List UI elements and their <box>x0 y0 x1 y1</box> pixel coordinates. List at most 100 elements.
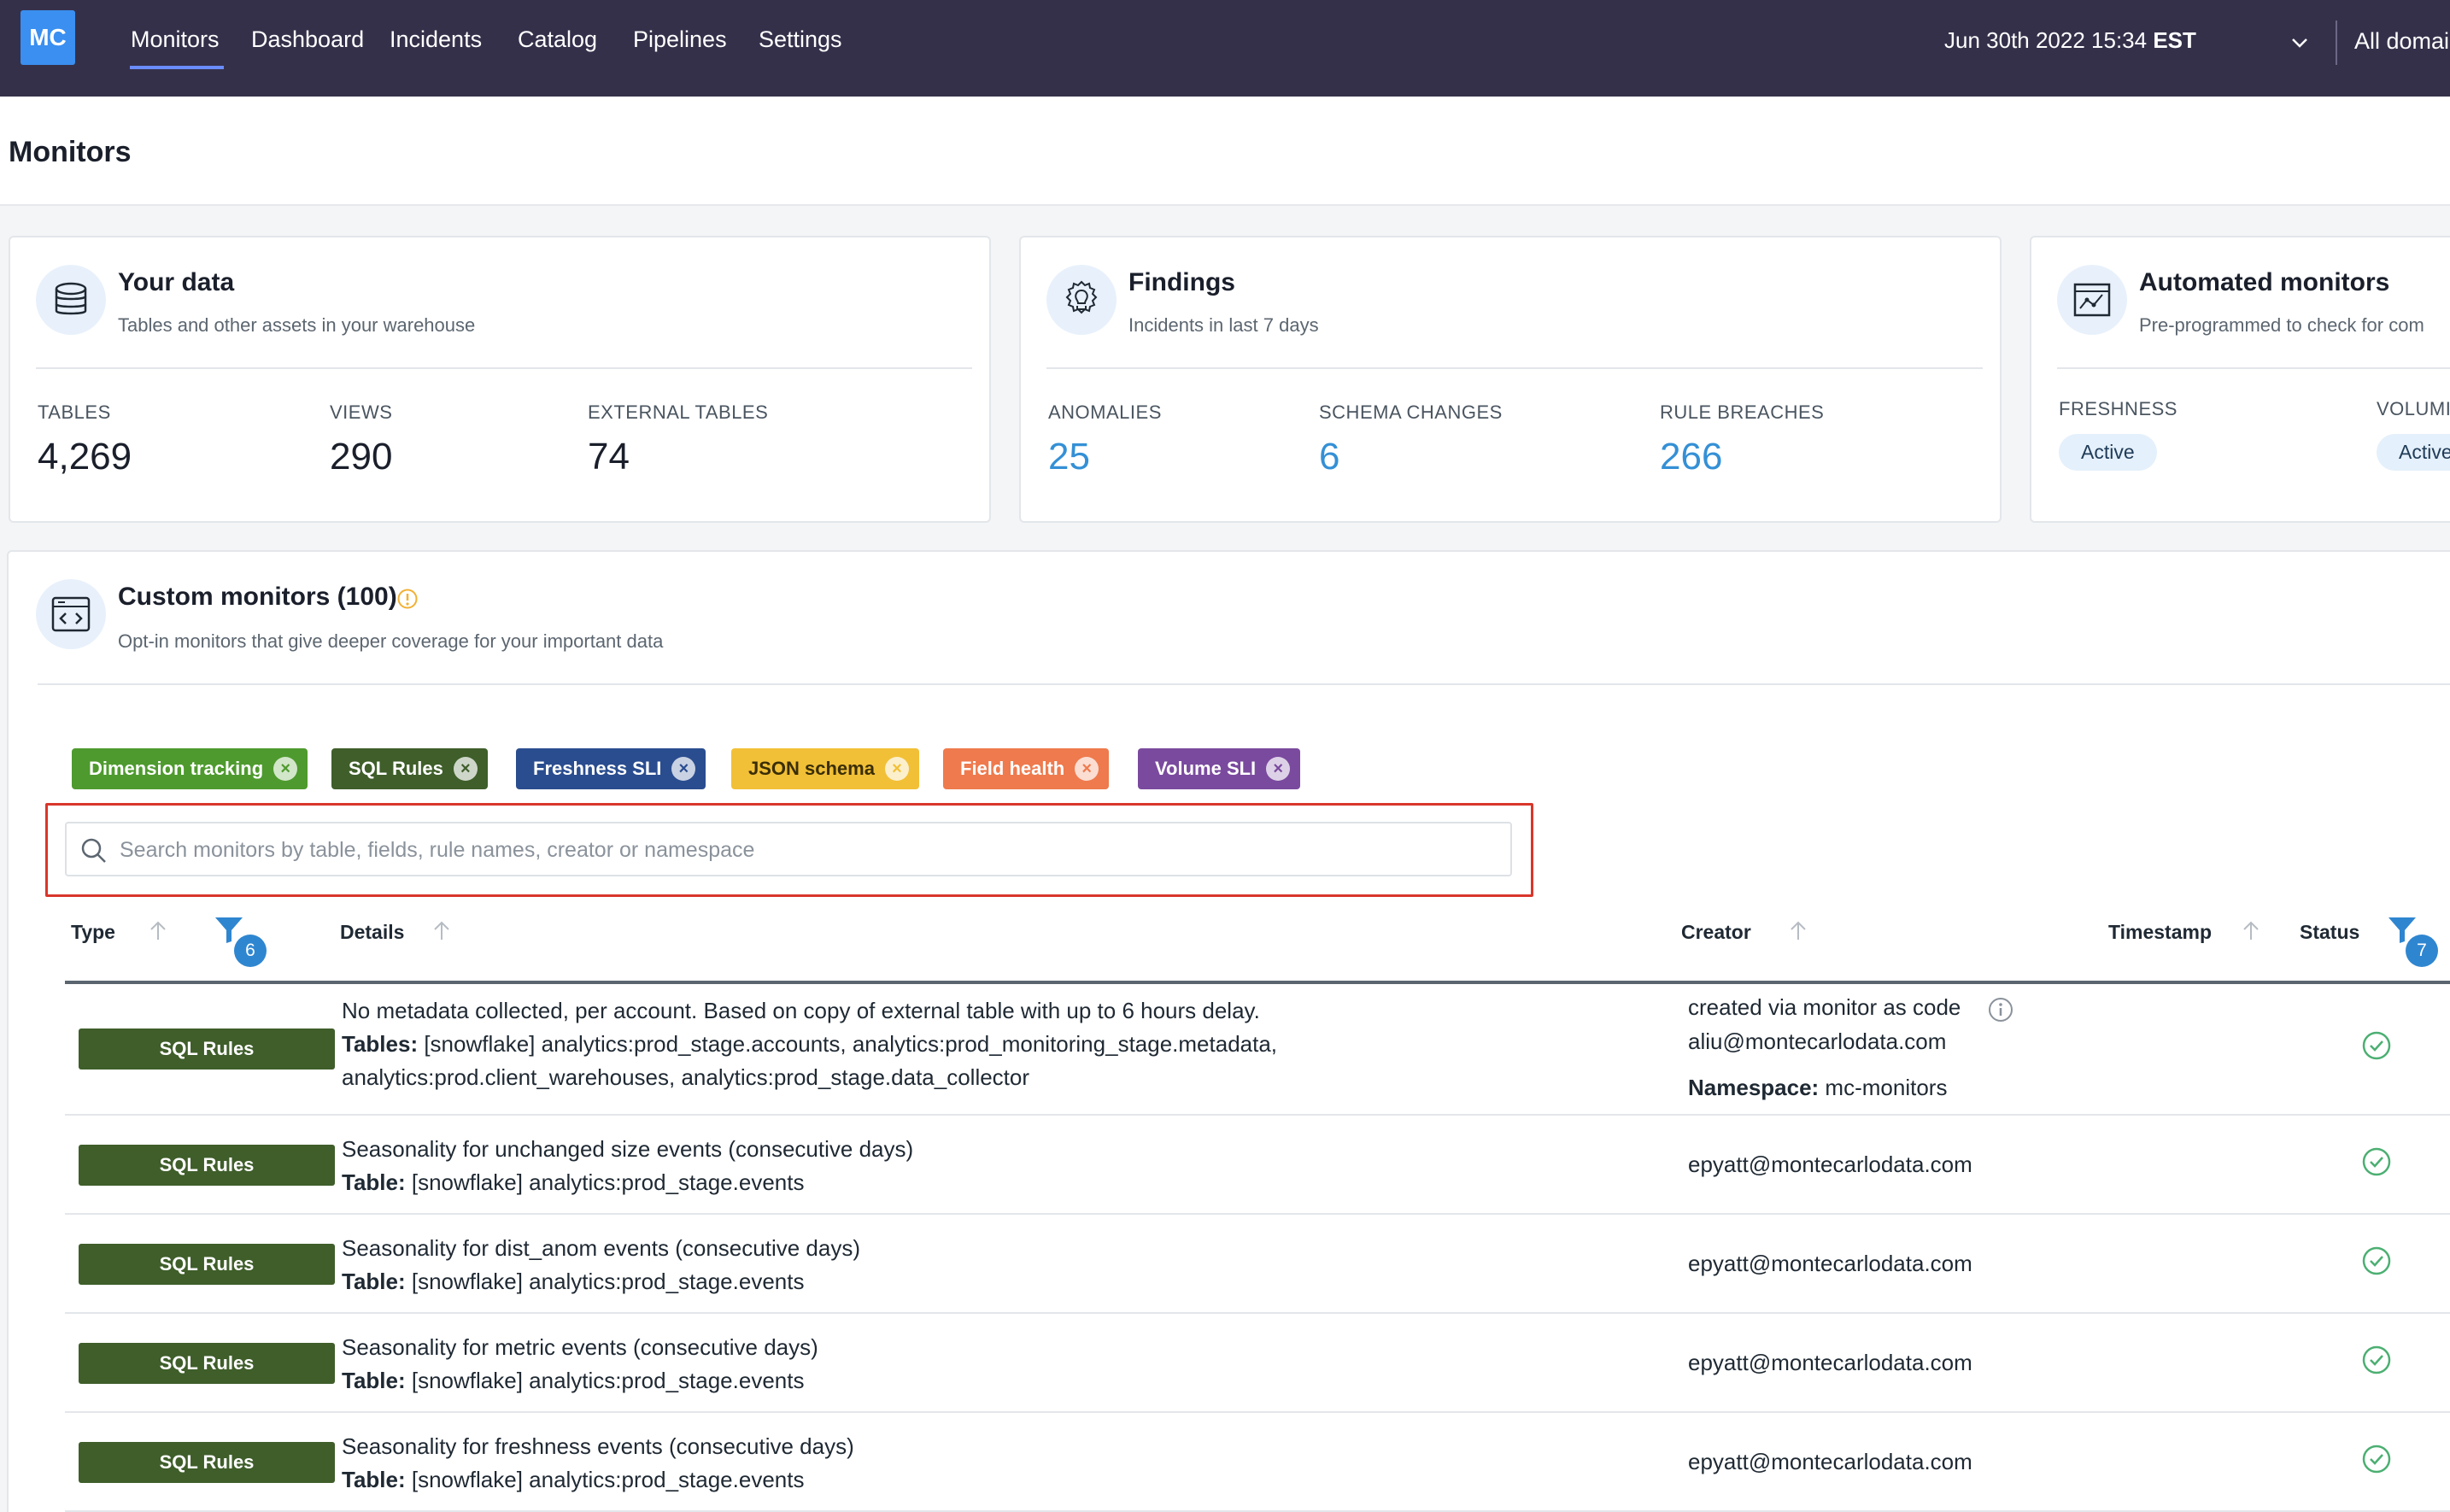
automated-monitors-card: Automated monitors Pre-programmed to che… <box>2030 236 2450 523</box>
freshness-active-pill[interactable]: Active <box>2059 434 2157 471</box>
close-icon[interactable]: × <box>453 757 478 781</box>
section-subtitle: Opt-in monitors that give deeper coverag… <box>118 630 664 652</box>
warning-icon[interactable] <box>396 588 419 610</box>
close-icon[interactable]: × <box>671 757 696 781</box>
column-header-details[interactable]: Details <box>340 921 404 944</box>
card-subtitle: Pre-programmed to check for com <box>2139 314 2424 336</box>
check-circle-icon <box>2362 1445 2391 1474</box>
table-row[interactable]: SQL Rules Seasonality for metric events … <box>65 1314 2450 1413</box>
row-tables: Tables: [snowflake] analytics:prod_stage… <box>342 1031 1277 1058</box>
your-data-card: Your data Tables and other assets in you… <box>9 236 991 523</box>
filter-chip[interactable]: Freshness SLI × <box>516 748 706 789</box>
creator-namespace: Namespace: mc-monitors <box>1688 1075 1947 1101</box>
filter-chip[interactable]: JSON schema × <box>731 748 919 789</box>
card-divider <box>36 367 972 369</box>
mc-logo[interactable]: MC <box>21 10 75 65</box>
domain-selector[interactable]: All domai <box>2354 28 2449 55</box>
column-header-type[interactable]: Type <box>71 921 115 944</box>
row-description: Seasonality for unchanged size events (c… <box>342 1136 914 1162</box>
page-header: Monitors <box>0 97 2450 206</box>
nav-monitors[interactable]: Monitors <box>131 26 220 53</box>
filter-chip[interactable]: Field health × <box>943 748 1110 789</box>
stat-label-volume: VOLUMI <box>2377 398 2450 419</box>
type-filter-count-badge: 6 <box>234 935 267 967</box>
check-circle-icon <box>2362 1345 2391 1374</box>
table-row[interactable]: SQL Rules Seasonality for dist_anom even… <box>65 1215 2450 1314</box>
type-badge: SQL Rules <box>79 1244 335 1285</box>
card-divider <box>2057 367 2450 369</box>
row-table-value: [snowflake] analytics:prod_stage.events <box>405 1467 805 1492</box>
close-icon[interactable]: × <box>1266 757 1291 781</box>
card-title: Your data <box>118 268 235 296</box>
search-input[interactable] <box>120 834 1486 866</box>
check-circle-icon <box>2362 1246 2391 1275</box>
row-table-value: [snowflake] analytics:prod_stage.events <box>405 1368 805 1393</box>
stat-value-rule-breaches[interactable]: 266 <box>1660 436 1722 478</box>
table-row[interactable]: SQL Rules Seasonality for unchanged size… <box>65 1116 2450 1215</box>
nav-active-indicator <box>130 66 224 69</box>
card-subtitle: Incidents in last 7 days <box>1128 314 1319 336</box>
date-selector[interactable]: Jun 30th 2022 15:34 EST <box>1944 27 2196 54</box>
stat-value-views[interactable]: 290 <box>330 436 392 478</box>
row-tables-label: Tables: <box>342 1031 419 1057</box>
stat-value-external-tables[interactable]: 74 <box>588 436 630 478</box>
table-row[interactable]: SQL Rules No metadata collected, per acc… <box>65 984 2450 1116</box>
section-divider <box>38 683 2450 685</box>
card-subtitle: Tables and other assets in your warehous… <box>118 314 476 336</box>
namespace-label: Namespace: <box>1688 1075 1820 1100</box>
sort-arrow-up-icon[interactable] <box>431 919 453 943</box>
status-filter-count-badge: 7 <box>2406 935 2438 967</box>
creator-email: epyatt@montecarlodata.com <box>1688 1449 1972 1474</box>
nav-pipelines[interactable]: Pipelines <box>633 26 727 53</box>
namespace-value: mc-monitors <box>1819 1075 1948 1100</box>
stat-label-schema-changes: SCHEMA CHANGES <box>1319 401 1503 423</box>
nav-incidents[interactable]: Incidents <box>390 26 482 53</box>
nav-dashboard[interactable]: Dashboard <box>251 26 364 53</box>
stat-value-tables[interactable]: 4,269 <box>38 436 132 478</box>
row-table: Table: [snowflake] analytics:prod_stage.… <box>342 1169 804 1196</box>
chevron-down-icon[interactable] <box>2289 32 2310 53</box>
nav-divider <box>2336 21 2337 65</box>
filter-chip[interactable]: SQL Rules × <box>331 748 488 789</box>
filter-chip-label: Freshness SLI <box>533 758 662 779</box>
card-title: Findings <box>1128 268 1235 296</box>
column-header-status[interactable]: Status <box>2300 921 2359 944</box>
table-row[interactable]: SQL Rules Seasonality for freshness even… <box>65 1413 2450 1512</box>
volume-active-pill[interactable]: Active <box>2377 434 2450 471</box>
filter-chip[interactable]: Dimension tracking × <box>72 748 308 789</box>
search-box[interactable] <box>65 822 1512 876</box>
row-table-value: [snowflake] analytics:prod_stage.events <box>405 1169 805 1195</box>
stat-label-views: VIEWS <box>330 401 393 423</box>
nav-catalog[interactable]: Catalog <box>518 26 597 53</box>
type-badge: SQL Rules <box>79 1029 335 1070</box>
database-icon <box>36 265 106 335</box>
row-table-label: Table: <box>342 1467 406 1492</box>
filter-chip[interactable]: Volume SLI × <box>1138 748 1301 789</box>
card-title: Automated monitors <box>2139 268 2390 296</box>
filter-chip-label: Field health <box>960 758 1065 779</box>
column-header-timestamp[interactable]: Timestamp <box>2108 921 2212 944</box>
column-header-creator[interactable]: Creator <box>1681 921 1751 944</box>
row-table: Table: [snowflake] analytics:prod_stage.… <box>342 1467 804 1493</box>
close-icon[interactable]: × <box>273 757 298 781</box>
info-icon[interactable] <box>1987 996 2014 1023</box>
section-title: Custom monitors (100) <box>118 583 397 611</box>
close-icon[interactable]: × <box>884 757 909 781</box>
stat-label-anomalies: ANOMALIES <box>1048 401 1162 423</box>
stat-label-freshness: FRESHNESS <box>2059 398 2177 419</box>
sort-arrow-up-icon[interactable] <box>1787 919 1809 943</box>
creator-email: epyatt@montecarlodata.com <box>1688 1350 1972 1375</box>
filter-chip-label: JSON schema <box>748 758 875 779</box>
custom-monitors-section: Custom monitors (100) Opt-in monitors th… <box>7 550 2450 1512</box>
sort-arrow-up-icon[interactable] <box>147 919 169 943</box>
stat-value-anomalies[interactable]: 25 <box>1048 436 1090 478</box>
filter-chip-label: Dimension tracking <box>89 758 264 779</box>
search-icon <box>81 838 106 863</box>
nav-settings[interactable]: Settings <box>759 26 842 53</box>
stat-value-schema-changes[interactable]: 6 <box>1319 436 1339 478</box>
creator-note: created via monitor as code <box>1688 994 1961 1020</box>
close-icon[interactable]: × <box>1075 757 1099 781</box>
creator-email: epyatt@montecarlodata.com <box>1688 1251 1972 1276</box>
sort-arrow-up-icon[interactable] <box>2240 919 2262 943</box>
type-badge: SQL Rules <box>79 1145 335 1186</box>
